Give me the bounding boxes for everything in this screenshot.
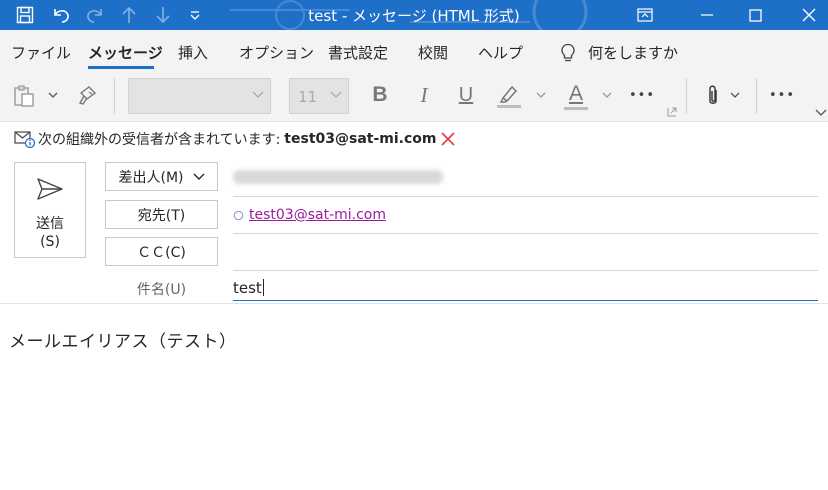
subject-input[interactable]: test <box>233 279 264 297</box>
attach-file-icon[interactable] <box>700 82 726 110</box>
tell-me-label: 何をしますか <box>588 44 679 62</box>
send-label: 送信 (S) <box>15 215 85 251</box>
from-label: 差出人(M) <box>118 169 184 186</box>
title-bar: test - メッセージ (HTML 形式) <box>0 0 828 30</box>
minimize-button[interactable] <box>684 0 730 30</box>
lightbulb-icon <box>561 43 575 61</box>
dialog-launcher-icon[interactable] <box>666 106 678 118</box>
chevron-down-icon <box>193 173 204 180</box>
cc-input[interactable] <box>233 270 818 271</box>
from-address-redacted <box>233 170 443 184</box>
to-recipient[interactable]: test03@sat-mi.com <box>233 207 386 223</box>
font-name-combobox[interactable] <box>128 78 271 114</box>
to-button[interactable]: 宛先(T) <box>105 200 218 229</box>
send-label-line2: (S) <box>40 234 60 250</box>
presence-icon <box>233 210 244 220</box>
highlight-dropdown-chevron-icon[interactable] <box>534 88 548 102</box>
font-color-swatch <box>564 106 588 110</box>
from-underline <box>233 196 818 197</box>
maximize-button[interactable] <box>732 0 778 30</box>
active-tab-indicator <box>88 66 154 69</box>
to-recipient-link[interactable]: test03@sat-mi.com <box>249 207 386 223</box>
ribbon-separator <box>114 78 115 114</box>
ribbon-tabs: ファイル メッセージ 挿入 オプション 書式設定 校閲 ヘルプ 何をしますか <box>0 30 828 70</box>
paste-dropdown-chevron-icon[interactable] <box>46 88 60 102</box>
paste-icon[interactable] <box>10 82 38 110</box>
infobar-address: test03@sat-mi.com <box>284 131 437 147</box>
chevron-down-icon <box>252 91 264 98</box>
highlight-icon[interactable] <box>494 80 524 112</box>
from-button[interactable]: 差出人(M) <box>105 162 218 191</box>
tab-review[interactable]: 校閲 <box>418 42 448 63</box>
tab-format[interactable]: 書式設定 <box>328 42 388 63</box>
tab-message[interactable]: メッセージ <box>88 42 163 63</box>
close-button[interactable] <box>786 0 828 30</box>
ribbon-toolbar: 11 B I U A ••• ••• <box>0 70 828 122</box>
ribbon-display-icon[interactable] <box>622 0 668 30</box>
ribbon-separator <box>686 78 687 114</box>
more-formatting-button[interactable]: ••• <box>626 84 658 106</box>
chevron-down-icon <box>330 91 342 98</box>
cc-button[interactable]: ＣＣ(C) <box>105 237 218 266</box>
bold-button[interactable]: B <box>366 80 394 110</box>
message-body[interactable]: メールエイリアス（テスト） <box>9 327 237 352</box>
send-icon <box>37 178 63 200</box>
infobar-message: 次の組織外の受信者が含まれています: <box>38 132 281 148</box>
italic-button[interactable]: I <box>410 80 438 110</box>
send-label-line1: 送信 <box>36 216 64 232</box>
tab-help[interactable]: ヘルプ <box>478 42 523 63</box>
tab-options[interactable]: オプション <box>239 42 314 63</box>
send-button[interactable]: 送信 (S) <box>14 162 86 258</box>
font-color-letter: A <box>568 81 583 105</box>
font-color-button[interactable]: A <box>562 80 590 112</box>
header-body-divider <box>0 303 828 304</box>
attach-dropdown-chevron-icon[interactable] <box>728 88 742 102</box>
remove-recipient-icon[interactable] <box>440 131 456 147</box>
mail-info-icon <box>14 131 36 148</box>
external-recipient-infobar: 次の組織外の受信者が含まれています: test03@sat-mi.com <box>14 129 456 149</box>
more-commands-button[interactable]: ••• <box>766 84 798 106</box>
tab-file[interactable]: ファイル <box>11 42 71 63</box>
tell-me-search[interactable]: 何をしますか <box>560 42 678 63</box>
underline-button[interactable]: U <box>452 80 480 110</box>
font-color-dropdown-chevron-icon[interactable] <box>600 88 614 102</box>
tab-insert[interactable]: 挿入 <box>178 42 208 63</box>
subject-label: 件名(U) <box>136 282 187 298</box>
font-size-value: 11 <box>298 88 318 106</box>
text-caret <box>262 279 264 296</box>
subject-text: test <box>233 279 262 297</box>
ribbon-separator <box>756 78 757 114</box>
subject-underline <box>233 300 818 301</box>
to-underline <box>233 233 818 234</box>
expand-ribbon-chevron-icon[interactable] <box>814 106 828 118</box>
font-size-combobox[interactable]: 11 <box>289 78 349 114</box>
format-painter-icon[interactable] <box>74 82 102 110</box>
